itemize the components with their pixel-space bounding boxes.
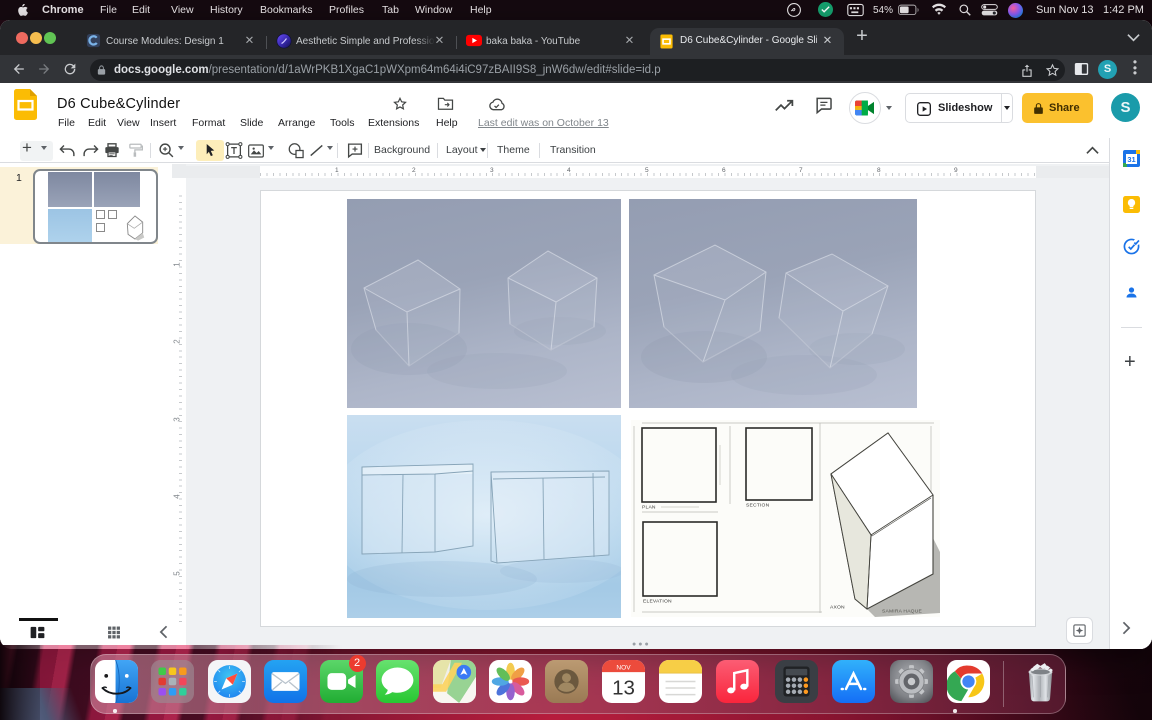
svg-text:13: 13 — [612, 676, 635, 699]
svg-text:NOV: NOV — [616, 664, 631, 671]
svg-text:31: 31 — [1127, 155, 1135, 164]
